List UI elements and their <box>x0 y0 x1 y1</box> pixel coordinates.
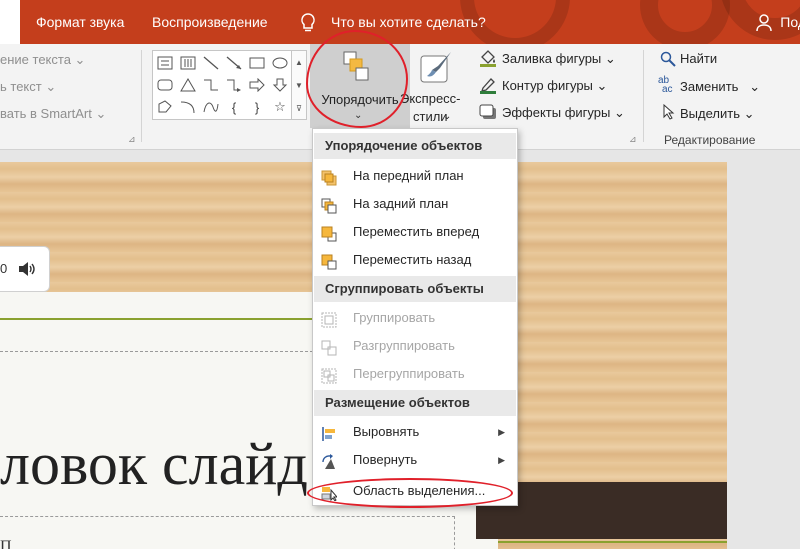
bring-forward-icon <box>321 224 337 242</box>
subtitle-placeholder[interactable] <box>0 516 455 549</box>
arrange-label: Упорядочить <box>321 92 399 107</box>
rectangle-shape-icon[interactable] <box>247 54 267 72</box>
selection-pane-icon <box>321 483 339 502</box>
triangle-shape-icon[interactable] <box>178 76 198 94</box>
elbow-arrow-icon[interactable] <box>224 76 244 94</box>
menu-item-rotate[interactable]: Повернуть ▶ <box>314 446 516 474</box>
menu-item-ungroup: Разгруппировать <box>314 332 516 360</box>
arrange-icon <box>342 50 372 84</box>
dialog-launcher-icon[interactable]: ⊿ <box>128 134 136 145</box>
lightbulb-icon <box>300 13 316 33</box>
menu-item-group: Группировать <box>314 304 516 332</box>
share-button[interactable]: Под <box>780 0 800 44</box>
left-brace-icon[interactable]: { <box>224 98 244 116</box>
send-backward-icon <box>321 252 337 270</box>
shapes-gallery-scroll[interactable]: ▲ ▼ ⊽ <box>292 50 307 120</box>
pencil-icon <box>479 77 497 94</box>
scroll-down-icon[interactable]: ▼ <box>292 74 306 97</box>
replace-icon: ab ac <box>658 75 673 95</box>
decorative-circle <box>640 0 730 44</box>
group-icon <box>321 310 337 328</box>
slide-title[interactable]: ловок слайд <box>0 430 308 498</box>
oval-shape-icon[interactable] <box>270 54 290 72</box>
title-tab-bar: Формат звука Воспроизведение Что вы хоти… <box>0 0 800 44</box>
search-icon <box>660 51 676 67</box>
quick-styles-icon[interactable] <box>418 50 454 86</box>
menu-header-group: Сгруппировать объекты <box>314 276 516 302</box>
chevron-down-icon: ⌄ <box>354 110 363 121</box>
arc-icon[interactable] <box>201 98 221 116</box>
tab-home-partial[interactable] <box>0 0 20 44</box>
quick-styles-label[interactable]: Экспресс- <box>400 91 461 106</box>
dialog-launcher-icon[interactable]: ⊿ <box>629 134 637 145</box>
shapes-gallery[interactable]: { } ☆ <box>152 50 292 120</box>
shape-outline-button[interactable]: Контур фигуры ⌄ <box>502 78 607 94</box>
scroll-up-icon[interactable]: ▲ <box>292 51 306 74</box>
submenu-arrow-icon: ▶ <box>498 427 505 437</box>
rounded-rect-icon[interactable] <box>155 76 175 94</box>
menu-item-align[interactable]: Выровнять ▶ <box>314 418 516 446</box>
paint-bucket-icon <box>479 50 497 67</box>
person-icon <box>756 14 772 32</box>
star-shape-icon[interactable]: ☆ <box>270 98 290 116</box>
gallery-more-icon[interactable]: ⊽ <box>292 97 306 120</box>
menu-item-bring-forward[interactable]: Переместить вперед <box>314 218 516 246</box>
menu-item-send-to-back[interactable]: На задний план <box>314 190 516 218</box>
submenu-arrow-icon: ▶ <box>498 455 505 465</box>
align-text-button[interactable]: ь текст ⌄ <box>0 79 56 95</box>
tab-playback[interactable]: Воспроизведение <box>152 0 268 44</box>
right-arrow-icon[interactable] <box>247 76 267 94</box>
right-brace-icon[interactable]: } <box>247 98 267 116</box>
accent-line <box>498 541 727 543</box>
select-button[interactable]: Выделить ⌄ <box>680 106 755 122</box>
quick-styles-chevron[interactable]: ⌄ <box>443 111 451 122</box>
menu-item-send-backward[interactable]: Переместить назад <box>314 246 516 274</box>
audio-controls[interactable]: 0 <box>0 246 50 292</box>
ungroup-icon <box>321 338 337 356</box>
line-shape-icon[interactable] <box>201 54 221 72</box>
freeform-icon[interactable] <box>155 98 175 116</box>
menu-header-position: Размещение объектов <box>314 390 516 416</box>
canvas-margin <box>727 151 800 549</box>
send-to-back-icon <box>321 196 337 214</box>
menu-item-regroup: Перегруппировать <box>314 360 516 388</box>
menu-item-selection-pane[interactable]: Область выделения... <box>314 477 516 505</box>
arrange-button[interactable]: Упорядочить ⌄ <box>310 44 410 128</box>
arrange-dropdown-menu: Упорядочение объектов На передний план Н… <box>312 128 518 506</box>
text-direction-button[interactable]: ение текста ⌄ <box>0 52 85 68</box>
group-separator <box>141 50 142 142</box>
align-icon <box>321 424 337 441</box>
replace-button[interactable]: Заменить ⌄ <box>680 79 760 95</box>
down-arrow-icon[interactable] <box>270 76 290 94</box>
tell-me-search[interactable]: Что вы хотите сделать? <box>331 0 486 44</box>
shape-fill-button[interactable]: Заливка фигуры ⌄ <box>502 51 616 67</box>
bring-to-front-icon <box>321 168 337 186</box>
curve-icon[interactable] <box>178 98 198 116</box>
find-button[interactable]: Найти <box>680 51 717 66</box>
group-separator <box>643 50 644 142</box>
tab-format-audio[interactable]: Формат звука <box>36 0 124 44</box>
slide-subtitle[interactable]: П <box>0 538 12 549</box>
elbow-connector-icon[interactable] <box>201 76 221 94</box>
menu-item-bring-to-front[interactable]: На передний план <box>314 162 516 190</box>
textbox-icon[interactable] <box>155 54 175 72</box>
shape-effects-icon <box>479 104 497 120</box>
cursor-arrow-icon <box>662 103 676 120</box>
convert-smartart-button[interactable]: вать в SmartArt ⌄ <box>0 106 106 122</box>
arrow-line-icon[interactable] <box>224 54 244 72</box>
vertical-textbox-icon[interactable] <box>178 54 198 72</box>
group-label-editing: Редактирование <box>664 133 756 147</box>
rotate-icon <box>321 452 337 469</box>
menu-header-order: Упорядочение объектов <box>314 133 516 159</box>
regroup-icon <box>321 366 337 384</box>
audio-time: 0 <box>0 261 8 276</box>
shape-effects-button[interactable]: Эффекты фигуры ⌄ <box>502 105 625 121</box>
speaker-icon[interactable] <box>17 260 37 278</box>
